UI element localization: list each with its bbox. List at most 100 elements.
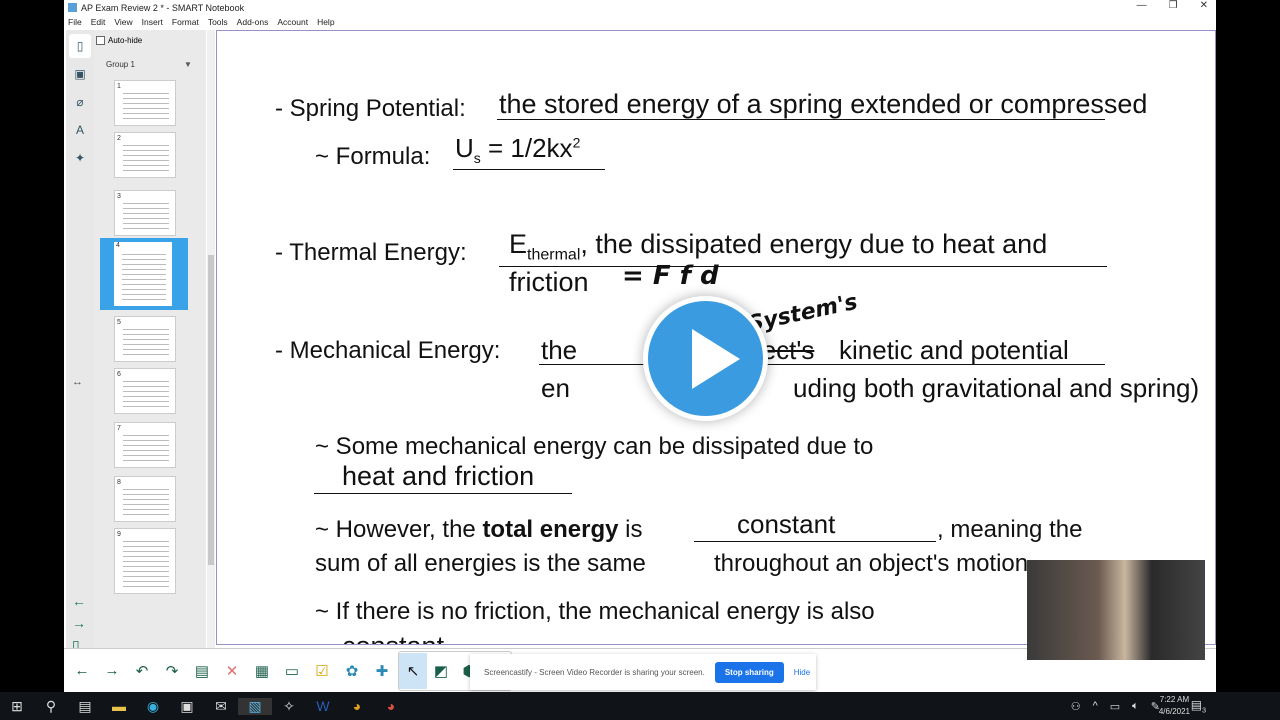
shapes-tool-icon[interactable]: ◩ xyxy=(427,653,455,689)
thermal-definition-cont: friction xyxy=(509,267,589,297)
page-thumbnail[interactable]: 9 xyxy=(114,528,176,594)
store-icon[interactable]: ▣ xyxy=(170,698,204,715)
resize-handle-icon[interactable]: ↔ xyxy=(72,376,83,388)
page-thumbnail[interactable]: 1 xyxy=(114,80,176,126)
stop-sharing-button[interactable]: Stop sharing xyxy=(714,661,784,683)
search-icon[interactable]: ⚲ xyxy=(34,698,68,715)
screen-shade-icon[interactable]: ▭ xyxy=(278,653,306,689)
close-button[interactable]: ✕ xyxy=(1200,0,1208,11)
handwritten-systems: System's xyxy=(745,289,860,338)
people-icon[interactable]: ⚇ xyxy=(1071,700,1081,713)
menu-bar: File Edit View Insert Format Tools Add-o… xyxy=(64,15,335,29)
page-number: 1 xyxy=(117,83,121,90)
page-thumbnail[interactable]: 7 xyxy=(114,422,176,468)
window-title: AP Exam Review 2 * - SMART Notebook xyxy=(81,2,245,13)
attachments-tab-icon[interactable]: ⌀ xyxy=(69,90,91,114)
mechanical-def-d: en xyxy=(541,373,570,403)
hide-button[interactable]: Hide xyxy=(794,668,810,677)
menu-help[interactable]: Help xyxy=(317,17,334,27)
page-number: 7 xyxy=(117,425,121,432)
table-icon[interactable]: ▦ xyxy=(248,653,276,689)
addon-icon[interactable]: ✿ xyxy=(338,653,366,689)
app-icon xyxy=(68,3,77,12)
menu-view[interactable]: View xyxy=(114,17,132,27)
thermal-definition: Ethermal, the dissipated energy due to h… xyxy=(509,229,1048,264)
menu-file[interactable]: File xyxy=(68,17,82,27)
redo-icon[interactable]: ↷ xyxy=(158,653,186,689)
maximize-button[interactable]: ❐ xyxy=(1169,0,1178,11)
app-icon[interactable]: ✧ xyxy=(272,698,306,715)
network-icon[interactable]: ▭ xyxy=(1110,700,1120,713)
however-text: ~ However, the total energy is xyxy=(315,516,643,543)
page-thumbnail[interactable]: 8 xyxy=(114,476,176,522)
sum-text: sum of all energies is the same xyxy=(315,550,646,577)
task-view-icon[interactable]: ▤ xyxy=(68,698,102,715)
page-number: 3 xyxy=(117,193,121,200)
windows-taskbar: ⊞ ⚲ ▤ ▬ ◉ ▣ ✉ ▧ ✧ W ◕ ◕ ⚇ ^ ▭ 🔈︎ ✎ 7:22 … xyxy=(0,692,1280,720)
autohide-checkbox[interactable]: Auto-hide xyxy=(96,36,142,45)
page-sorter: Auto-hide Group 1 ▼ 1 2 3 4 5 6 7 8 9 xyxy=(94,30,206,648)
smart-notebook-taskbar-icon[interactable]: ▧ xyxy=(238,697,272,715)
page-number: 9 xyxy=(117,531,121,538)
menu-format[interactable]: Format xyxy=(172,17,199,27)
addons-tab-icon[interactable]: ✦ xyxy=(69,146,91,170)
properties-tab-icon[interactable]: A xyxy=(69,118,91,142)
mail-icon[interactable]: ✉ xyxy=(204,698,238,715)
select-tool-icon[interactable]: ↖ xyxy=(399,652,427,689)
formula: Us = 1/2kx2 xyxy=(455,133,581,167)
menu-tools[interactable]: Tools xyxy=(208,17,228,27)
title-bar: AP Exam Review 2 * - SMART Notebook — ❐ … xyxy=(64,0,1216,15)
undo-icon[interactable]: ↶ xyxy=(128,653,156,689)
system-tray: ⚇ ^ ▭ 🔈︎ ✎ xyxy=(1071,692,1160,720)
video-play-button[interactable] xyxy=(643,296,768,421)
thermal-label: - Thermal Energy: xyxy=(275,239,467,266)
menu-insert[interactable]: Insert xyxy=(142,17,163,27)
autohide-label: Auto-hide xyxy=(108,36,143,45)
page-thumbnail[interactable]: 5 xyxy=(114,316,176,362)
sorter-scrollbar[interactable] xyxy=(207,30,215,648)
some-answer: heat and friction xyxy=(342,461,535,491)
minimize-button[interactable]: — xyxy=(1137,0,1147,11)
group-dropdown-icon[interactable]: ▼ xyxy=(184,60,192,69)
page-thumbnail[interactable]: 2 xyxy=(114,132,176,178)
file-explorer-icon[interactable]: ▬ xyxy=(102,698,136,714)
no-friction-answer: constant xyxy=(342,631,444,644)
show-hidden-icon[interactable]: ^ xyxy=(1093,700,1098,712)
clock[interactable]: 7:22 AM 4/6/2021 xyxy=(1159,694,1190,718)
chrome-icon[interactable]: ◕ xyxy=(340,698,374,714)
chrome-profile-icon[interactable]: ◕ xyxy=(374,698,408,714)
page-number: 6 xyxy=(117,371,121,378)
notebook-page[interactable]: - Spring Potential: the stored energy of… xyxy=(216,30,1216,645)
side-tabs: ▯ ▣ ⌀ A ✦ ↔ ← → ▯ ▯ xyxy=(66,30,94,675)
edge-icon[interactable]: ◉ xyxy=(136,698,170,715)
mechanical-def-a: the xyxy=(541,335,578,365)
mechanical-label: - Mechanical Energy: xyxy=(275,337,501,364)
previous-page-button[interactable]: ← xyxy=(68,653,96,689)
volume-icon[interactable]: 🔈︎ xyxy=(1132,700,1139,713)
widgets-icon[interactable]: ✚ xyxy=(368,653,396,689)
start-icon[interactable]: ⊞ xyxy=(0,698,34,715)
delete-icon[interactable]: ✕ xyxy=(218,653,246,689)
next-page-icon[interactable]: → xyxy=(72,612,86,634)
menu-addons[interactable]: Add-ons xyxy=(237,17,269,27)
paste-icon[interactable]: ▤ xyxy=(188,653,216,689)
some-dissipated: ~ Some mechanical energy can be dissipat… xyxy=(315,433,874,460)
notifications-icon[interactable]: ▤3 xyxy=(1191,698,1206,714)
gallery-tab-icon[interactable]: ▣ xyxy=(69,62,91,86)
page-thumbnail[interactable]: 3 xyxy=(114,190,176,236)
page-sorter-tab-icon[interactable]: ▯ xyxy=(69,34,91,58)
next-page-button[interactable]: → xyxy=(98,653,126,689)
word-icon[interactable]: W xyxy=(306,698,340,714)
no-friction-text: ~ If there is no friction, the mechanica… xyxy=(315,598,875,625)
page-number: 2 xyxy=(117,135,121,142)
page-thumbnail[interactable]: 6 xyxy=(114,368,176,414)
menu-edit[interactable]: Edit xyxy=(91,17,106,27)
previous-page-icon[interactable]: ← xyxy=(72,590,86,612)
spring-label: - Spring Potential: xyxy=(275,95,466,122)
page-number: 8 xyxy=(117,479,121,486)
response-icon[interactable]: ☑ xyxy=(308,653,336,689)
menu-account[interactable]: Account xyxy=(277,17,308,27)
screencastify-message: Screencastify - Screen Video Recorder is… xyxy=(484,667,705,677)
group-label[interactable]: Group 1 xyxy=(106,60,135,69)
page-thumbnail-selected[interactable]: 4 xyxy=(100,238,188,310)
